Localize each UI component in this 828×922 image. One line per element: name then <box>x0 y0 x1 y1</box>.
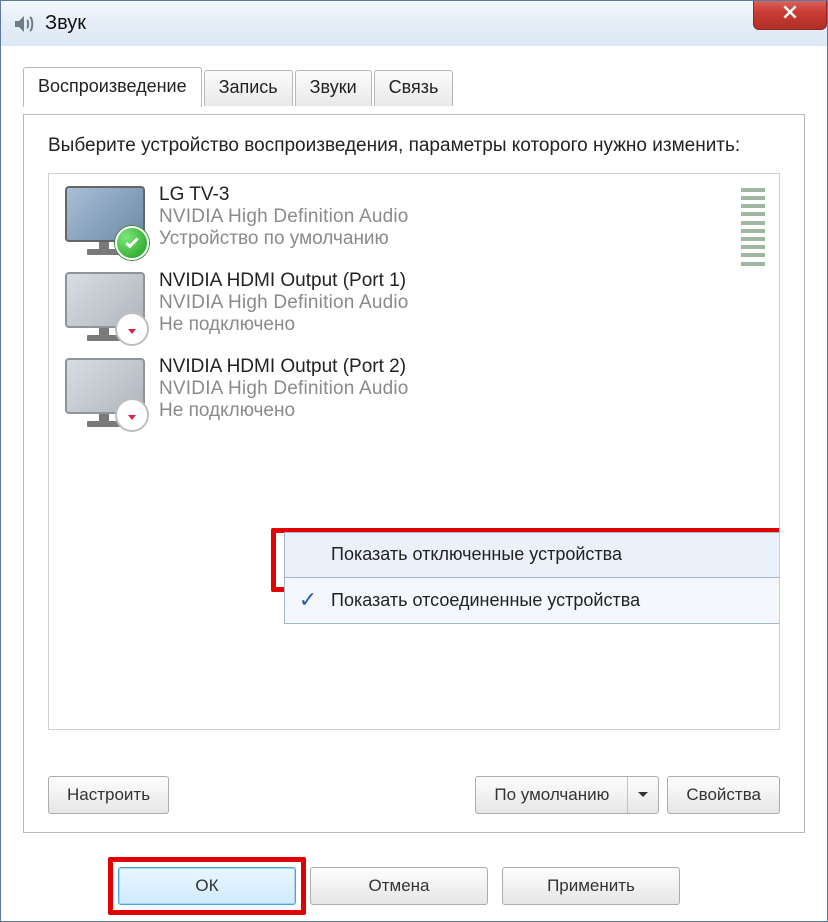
tab-playback[interactable]: Воспроизведение <box>23 67 202 107</box>
titlebar[interactable]: Звук <box>1 1 827 47</box>
checkmark-icon: ✓ <box>285 587 331 613</box>
chevron-down-icon[interactable] <box>628 791 658 799</box>
monitor-icon <box>63 270 145 342</box>
speaker-icon <box>11 12 35 36</box>
panel-button-row: Настроить По умолчанию Свойства <box>48 776 780 814</box>
apply-button[interactable]: Применить <box>502 867 680 905</box>
ok-button[interactable]: ОК <box>118 867 296 905</box>
level-meter <box>741 188 765 266</box>
configure-button[interactable]: Настроить <box>48 776 169 814</box>
checkmark-icon <box>115 226 149 260</box>
tab-communications[interactable]: Связь <box>374 70 454 106</box>
close-button[interactable] <box>753 0 827 30</box>
dialog-button-row: ОК Отмена Применить <box>1 867 827 905</box>
sound-dialog: Звук Воспроизведение Запись Звуки Связь … <box>0 0 828 922</box>
monitor-icon <box>63 184 145 256</box>
set-default-button[interactable]: По умолчанию <box>475 776 659 814</box>
device-item[interactable]: NVIDIA HDMI Output (Port 1) NVIDIA High … <box>49 260 779 346</box>
tab-sounds[interactable]: Звуки <box>295 70 372 106</box>
device-status: Не подключено <box>159 314 409 336</box>
properties-button[interactable]: Свойства <box>667 776 780 814</box>
device-driver: NVIDIA High Definition Audio <box>159 206 409 228</box>
tab-strip: Воспроизведение Запись Звуки Связь <box>23 66 805 106</box>
arrow-down-icon <box>115 312 149 346</box>
close-icon <box>781 3 799 21</box>
client-area: Воспроизведение Запись Звуки Связь Выбер… <box>1 46 827 921</box>
device-name: NVIDIA HDMI Output (Port 1) <box>159 270 409 292</box>
tab-recording[interactable]: Запись <box>204 70 293 106</box>
device-name: LG TV-3 <box>159 184 409 206</box>
menu-show-disabled[interactable]: Показать отключенные устройства <box>284 532 780 578</box>
context-menu: Показать отключенные устройства ✓ Показа… <box>284 532 780 624</box>
menu-show-disconnected[interactable]: ✓ Показать отсоединенные устройства <box>284 578 780 624</box>
device-item[interactable]: LG TV-3 NVIDIA High Definition Audio Уст… <box>49 174 779 260</box>
instruction-text: Выберите устройство воспроизведения, пар… <box>48 133 780 159</box>
window-title: Звук <box>45 12 86 35</box>
cancel-button[interactable]: Отмена <box>310 867 488 905</box>
arrow-down-icon <box>115 398 149 432</box>
device-driver: NVIDIA High Definition Audio <box>159 378 409 400</box>
device-status: Устройство по умолчанию <box>159 228 409 250</box>
device-name: NVIDIA HDMI Output (Port 2) <box>159 356 409 378</box>
monitor-icon <box>63 356 145 428</box>
device-list[interactable]: LG TV-3 NVIDIA High Definition Audio Уст… <box>48 173 780 730</box>
device-driver: NVIDIA High Definition Audio <box>159 292 409 314</box>
device-status: Не подключено <box>159 400 409 422</box>
device-item[interactable]: NVIDIA HDMI Output (Port 2) NVIDIA High … <box>49 346 779 432</box>
playback-panel: Выберите устройство воспроизведения, пар… <box>23 114 805 833</box>
